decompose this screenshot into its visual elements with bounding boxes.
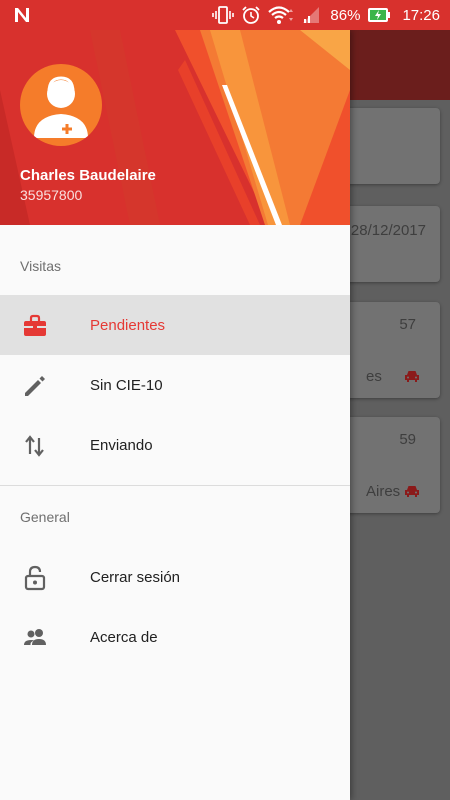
card-date: 28/12/2017 [350,222,426,239]
briefcase-icon [22,313,48,339]
drawer-header: Charles Baudelaire 35957800 [0,30,350,225]
card-number: 59 [399,431,416,448]
section-title-general: General [20,509,70,525]
user-avatar[interactable] [20,64,102,146]
doctor-avatar-icon [34,76,88,138]
clock-time: 17:26 [402,6,440,24]
menu-item-pendientes[interactable]: Pendientes [0,295,350,355]
section-title-visitas: Visitas [20,258,61,274]
battery-charging-icon [367,7,391,23]
lock-open-icon [22,565,48,591]
signal-icon [301,5,321,25]
menu-item-enviando[interactable]: Enviando [0,415,350,475]
menu-item-acerca-de[interactable]: Acerca de [0,607,350,667]
menu-item-label: Acerca de [90,629,158,646]
people-icon [22,625,48,651]
menu-item-label: Sin CIE-10 [90,377,163,394]
card-place: Aires [366,483,401,500]
alarm-icon [241,5,261,25]
user-name: Charles Baudelaire [20,167,156,184]
user-id: 35957800 [20,187,83,203]
navigation-drawer: Charles Baudelaire 35957800 Visitas Pend… [0,30,350,800]
card-place: es [366,368,382,385]
vibrate-icon [212,5,235,25]
menu-item-cerrar-sesion[interactable]: Cerrar sesión [0,547,350,607]
menu-item-sin-cie-10[interactable]: Sin CIE-10 [0,355,350,415]
section-divider [0,485,350,486]
car-icon [404,369,420,383]
wifi-icon [268,5,294,25]
notification-n-icon [12,5,32,25]
car-icon [404,484,420,498]
status-bar: 86% 17:26 [0,0,450,30]
menu-item-label: Pendientes [90,317,166,334]
pencil-icon [22,373,48,399]
battery-percentage: 86% [330,6,361,24]
swap-vertical-icon [22,433,48,459]
card-number: 57 [399,316,416,333]
menu-item-label: Cerrar sesión [90,569,181,586]
menu-item-label: Enviando [90,437,153,454]
